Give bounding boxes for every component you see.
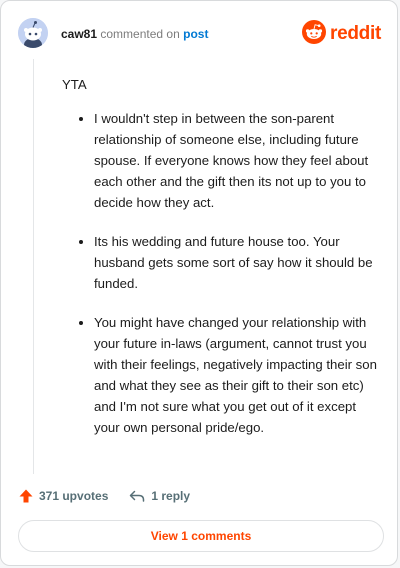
username-link[interactable]: caw81	[61, 27, 97, 41]
reddit-wordmark: reddit	[330, 23, 381, 44]
comment-opening: YTA	[62, 77, 87, 92]
comment-header: caw81 commented on post reddit	[1, 1, 397, 63]
reply-arrow-icon	[128, 488, 146, 504]
reddit-logo[interactable]: reddit	[302, 19, 381, 49]
user-avatar-icon[interactable]	[18, 18, 48, 48]
comment-points-list: I wouldn't step in between the son-paren…	[62, 108, 380, 438]
author-line: caw81 commented on post	[61, 27, 208, 41]
upvote-button[interactable]: 371 upvotes	[18, 488, 108, 504]
view-comments-button[interactable]: View 1 comments	[18, 520, 384, 552]
upvote-count: 371 upvotes	[39, 489, 109, 503]
comment-card: caw81 commented on post reddit YTA • I w…	[0, 0, 398, 566]
comment-point: I wouldn't step in between the son-paren…	[94, 108, 380, 213]
reply-count: 1 reply	[151, 489, 191, 503]
comment-point: Its his wedding and future house too. Yo…	[94, 231, 380, 294]
comment-verb: commented on	[100, 27, 180, 41]
reddit-logo-icon	[302, 19, 327, 49]
thread-line[interactable]	[33, 59, 34, 474]
comment-point: You might have changed your relationship…	[94, 312, 380, 438]
upvote-arrow-icon	[18, 488, 34, 504]
comment-body: YTA I wouldn't step in between the son-p…	[62, 74, 380, 456]
post-link[interactable]: post	[183, 27, 208, 41]
comment-actions: 371 upvotes 1 reply	[18, 485, 210, 507]
reply-button[interactable]: 1 reply	[128, 488, 190, 504]
